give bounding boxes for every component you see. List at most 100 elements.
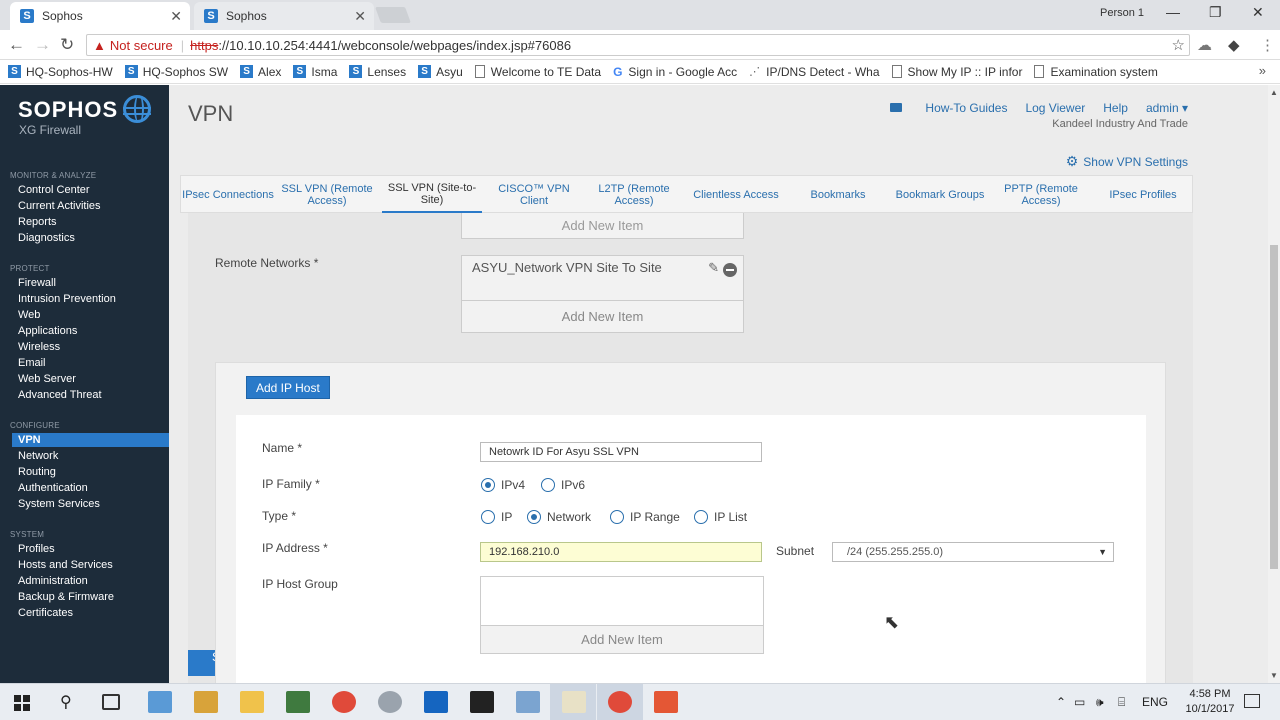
name-field[interactable]: Netowrk ID For Asyu SSL VPN — [480, 442, 762, 462]
tab-clientless-access[interactable]: Clientless Access — [686, 176, 786, 213]
edit-pencil-icon[interactable]: ✎ — [708, 260, 719, 276]
bookmark-item[interactable]: S Alex — [240, 65, 281, 79]
file-explorer-icon[interactable] — [240, 691, 264, 713]
sidebar-item-advanced-threat[interactable]: Advanced Threat — [18, 389, 102, 401]
sidebar-item-web[interactable]: Web — [18, 309, 40, 321]
sidebar-item-firewall[interactable]: Firewall — [18, 277, 56, 289]
sidebar-item-wireless[interactable]: Wireless — [18, 341, 60, 353]
minimize-icon[interactable]: — — [1166, 4, 1180, 20]
sidebar-item-hosts-and-services[interactable]: Hosts and Services — [18, 559, 113, 571]
sidebar-item-routing[interactable]: Routing — [18, 466, 56, 478]
type-ip-radio[interactable]: IP — [481, 510, 512, 524]
app-document-icon[interactable] — [562, 691, 586, 713]
close-tab-icon[interactable]: ✕ — [170, 8, 182, 25]
bookmark-item[interactable]: S Asyu — [418, 65, 463, 79]
network-icon[interactable]: ⌸ — [1118, 695, 1125, 710]
sidebar-item-backup-firmware[interactable]: Backup & Firmware — [18, 591, 114, 603]
ip-address-field[interactable]: 192.168.210.0 — [480, 542, 762, 562]
browser-tab-sophos-2[interactable]: S Sophos ✕ — [194, 2, 374, 30]
app-sphere-icon[interactable] — [378, 691, 402, 713]
ipv4-radio[interactable]: IPv4 — [481, 478, 525, 492]
scroll-up-icon[interactable]: ▲ — [1270, 88, 1278, 97]
bookmark-item[interactable]: G Sign in - Google Acc — [613, 65, 737, 79]
volume-icon[interactable]: 🕪 — [1096, 695, 1104, 710]
system-clock[interactable]: 4:58 PM 10/1/2017 — [1180, 687, 1240, 717]
forward-icon[interactable]: → — [34, 35, 51, 55]
sidebar-item-authentication[interactable]: Authentication — [18, 482, 88, 494]
bookmark-item[interactable]: S HQ-Sophos SW — [124, 65, 228, 79]
bookmark-item[interactable]: S HQ-Sophos-HW — [8, 65, 113, 79]
restore-icon[interactable]: ❐ — [1209, 4, 1222, 21]
bookmark-item[interactable]: Show My IP :: IP infor — [891, 65, 1022, 79]
task-view-icon[interactable] — [102, 694, 120, 710]
sidebar-item-web-server[interactable]: Web Server — [18, 373, 76, 385]
new-tab-button[interactable] — [375, 7, 411, 23]
more-bookmarks-icon[interactable]: » — [1259, 63, 1266, 78]
sidebar-item-system-services[interactable]: System Services — [18, 498, 100, 510]
sidebar-item-intrusion-prevention[interactable]: Intrusion Prevention — [18, 293, 116, 305]
bookmark-item[interactable]: S Isma — [293, 65, 337, 79]
browser-menu-icon[interactable]: ⋮ — [1260, 36, 1275, 54]
outlook-icon[interactable] — [424, 691, 448, 713]
scrollbar-thumb[interactable] — [1270, 245, 1278, 569]
save-button[interactable]: S — [188, 650, 220, 676]
tab-bookmark-groups[interactable]: Bookmark Groups — [886, 176, 994, 213]
bookmark-item[interactable]: ⋰ IP/DNS Detect - Wha — [749, 65, 879, 79]
add-new-item-button[interactable]: Add New Item — [461, 213, 744, 239]
sidebar-item-certificates[interactable]: Certificates — [18, 607, 73, 619]
tab-ipsec-connections[interactable]: IPsec Connections — [181, 176, 275, 213]
add-host-group-button[interactable]: Add New Item — [481, 625, 763, 653]
sidebar-item-administration[interactable]: Administration — [18, 575, 88, 587]
terminal-icon[interactable] — [470, 691, 494, 713]
tab-ssl-vpn-remote-access[interactable]: SSL VPN (Remote Access) — [277, 176, 377, 213]
tab-cisco-vpn-client[interactable]: CISCO™ VPN Client — [484, 176, 584, 213]
admin-menu[interactable]: admin ▾ — [1146, 101, 1188, 115]
extension-eraser-icon[interactable]: ◆ — [1228, 36, 1240, 54]
sidebar-item-profiles[interactable]: Profiles — [18, 543, 55, 555]
sidebar-item-current-activities[interactable]: Current Activities — [18, 200, 101, 212]
office-app-icon[interactable] — [194, 691, 218, 713]
sidebar-item-control-center[interactable]: Control Center — [18, 184, 90, 196]
tab-ssl-vpn-site-to-site[interactable]: SSL VPN (Site-to-Site) — [382, 176, 482, 213]
type-network-radio[interactable]: Network — [527, 510, 591, 524]
notifications-icon[interactable] — [1244, 694, 1260, 708]
subnet-select[interactable]: /24 (255.255.255.0) ▼ — [832, 542, 1114, 562]
app-window-icon[interactable] — [286, 691, 310, 713]
tab-pptp-remote-access[interactable]: PPTP (Remote Access) — [993, 176, 1089, 213]
sidebar-item-diagnostics[interactable]: Diagnostics — [18, 232, 75, 244]
show-vpn-settings-link[interactable]: ⚙ Show VPN Settings — [1066, 153, 1188, 170]
camtasia-icon[interactable] — [654, 691, 678, 713]
tab-l2tp-remote-access[interactable]: L2TP (Remote Access) — [586, 176, 682, 213]
browser-tab-sophos-1[interactable]: S Sophos ✕ — [10, 2, 190, 30]
profile-name[interactable]: Person 1 — [1100, 7, 1144, 19]
sidebar-item-vpn[interactable]: VPN — [12, 433, 169, 447]
add-remote-network-button[interactable]: Add New Item — [462, 300, 743, 332]
log-viewer-link[interactable]: Log Viewer — [1025, 101, 1085, 115]
tab-ipsec-profiles[interactable]: IPsec Profiles — [1093, 176, 1193, 213]
help-link[interactable]: Help — [1103, 101, 1128, 115]
bookmark-star-icon[interactable]: ☆ — [1172, 36, 1185, 54]
type-ip-list-radio[interactable]: IP List — [694, 510, 747, 524]
bookmark-item[interactable]: S Lenses — [349, 65, 406, 79]
how-to-guides-link[interactable]: How-To Guides — [872, 101, 1007, 115]
sidebar-item-network[interactable]: Network — [18, 450, 58, 462]
reload-icon[interactable]: ↻ — [60, 35, 74, 55]
extension-cloud-icon[interactable]: ☁ — [1197, 36, 1212, 54]
chrome-icon[interactable] — [332, 691, 356, 713]
tray-expand-icon[interactable]: ⌃ — [1056, 695, 1066, 709]
security-status[interactable]: Not secure — [110, 38, 173, 53]
tab-bookmarks[interactable]: Bookmarks — [793, 176, 883, 213]
sidebar-item-applications[interactable]: Applications — [18, 325, 77, 337]
scroll-down-icon[interactable]: ▼ — [1270, 671, 1278, 680]
network-tool-icon[interactable] — [148, 691, 172, 713]
ipv6-radio[interactable]: IPv6 — [541, 478, 585, 492]
chrome-active-icon[interactable] — [608, 691, 632, 713]
tray-power-icon[interactable]: ▭ — [1074, 695, 1085, 709]
bookmark-item[interactable]: Welcome to TE Data — [474, 65, 601, 79]
sidebar-item-reports[interactable]: Reports — [18, 216, 57, 228]
type-ip-range-radio[interactable]: IP Range — [610, 510, 680, 524]
sidebar-item-email[interactable]: Email — [18, 357, 46, 369]
close-tab-icon[interactable]: ✕ — [354, 8, 366, 25]
back-icon[interactable]: ← — [8, 35, 25, 55]
network-connections-icon[interactable] — [516, 691, 540, 713]
